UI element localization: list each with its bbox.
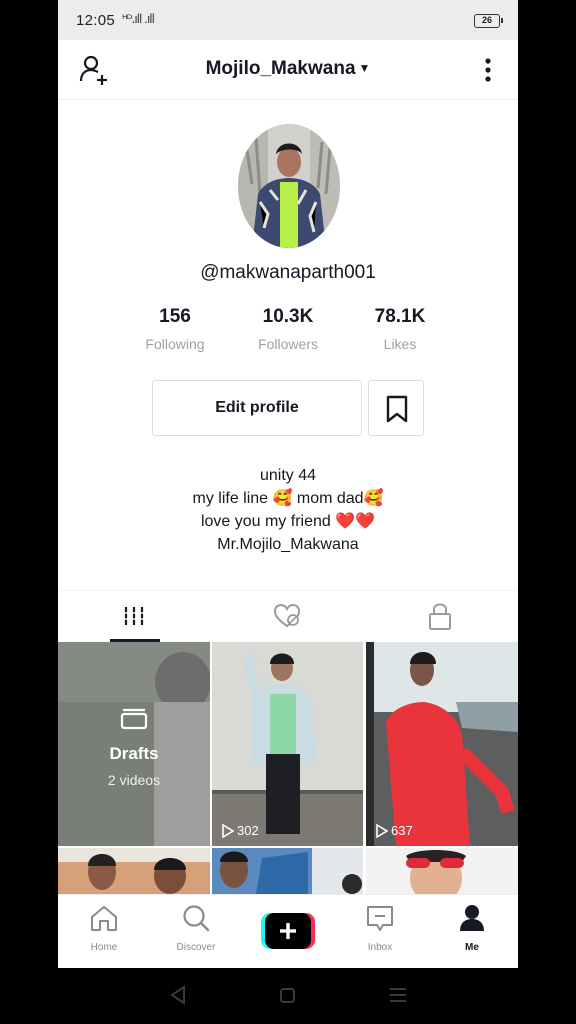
system-navigation-bar	[0, 968, 576, 1024]
play-icon	[222, 823, 235, 839]
person-icon	[460, 905, 484, 931]
nav-label: Inbox	[367, 942, 393, 953]
profile-header: Mojilo_Makwana ▼	[58, 40, 518, 100]
nav-label: Discover	[176, 942, 216, 953]
bookmark-icon	[386, 395, 408, 423]
bio-line: love you my friend ❤️❤️	[200, 513, 376, 530]
view-count-value: 302	[237, 823, 259, 838]
home-square-icon	[280, 988, 295, 1003]
plus-icon	[261, 913, 315, 949]
stat-following[interactable]: 156 Following	[125, 306, 225, 352]
stat-value: 10.3K	[262, 306, 314, 327]
tab-liked[interactable]	[211, 591, 364, 643]
stat-followers[interactable]: 10.3K Followers	[238, 306, 338, 352]
drafts-title: Drafts	[109, 744, 159, 763]
phone-screen: 12:05 ᴴᴰ.ıll .ıll 26 Mojilo_Makwana ▼ @m…	[58, 0, 518, 968]
avatar[interactable]	[238, 124, 340, 248]
nav-discover[interactable]: Discover	[150, 903, 242, 953]
stat-label: Likes	[383, 336, 417, 352]
more-vertical-icon[interactable]	[478, 54, 498, 86]
tab-videos[interactable]	[58, 591, 211, 643]
profile-bio: unity 44 my life line 🥰 mom dad🥰 love yo…	[58, 464, 518, 556]
battery-icon: 26	[474, 14, 503, 28]
nav-label: Home	[90, 942, 118, 953]
nav-inbox[interactable]: Inbox	[334, 903, 426, 953]
video-thumbnail[interactable]	[212, 848, 363, 894]
create-video-button[interactable]	[261, 913, 315, 949]
drafts-count: 2 videos	[107, 772, 161, 788]
username-switcher[interactable]: Mojilo_Makwana ▼	[58, 58, 518, 80]
video-thumbnail[interactable]	[58, 848, 210, 894]
bio-line: Mr.Mojilo_Makwana	[217, 536, 359, 553]
stat-label: Following	[145, 336, 205, 352]
bottom-navigation: Home Discover Inbox Me	[58, 894, 518, 968]
search-icon	[183, 905, 210, 932]
video-grid: Drafts 2 videos 302 637	[58, 642, 518, 894]
back-icon	[170, 985, 185, 1005]
stat-label: Followers	[258, 336, 318, 352]
stat-value: 78.1K	[374, 306, 426, 327]
view-count-value: 637	[391, 823, 413, 838]
view-count: 302	[222, 823, 259, 839]
nav-me[interactable]: Me	[426, 903, 518, 953]
view-count: 637	[376, 823, 413, 839]
drafts-tile[interactable]: Drafts 2 videos	[58, 642, 210, 846]
nav-label: Me	[465, 942, 479, 953]
stat-value: 156	[159, 306, 191, 327]
bookmark-button[interactable]	[368, 380, 424, 436]
status-time: 12:05	[76, 12, 116, 29]
video-thumbnail[interactable]	[366, 848, 518, 894]
caret-down-icon: ▼	[358, 61, 371, 75]
video-thumbnail[interactable]: 302	[212, 642, 363, 846]
bio-line: unity 44	[259, 467, 317, 484]
home-icon	[91, 906, 117, 931]
video-thumbnail[interactable]: 637	[366, 642, 518, 846]
bio-line: my life line 🥰 mom dad🥰	[192, 490, 384, 507]
nav-home[interactable]: Home	[58, 903, 150, 953]
tab-private[interactable]	[364, 591, 517, 643]
profile-handle: @makwanaparth001	[200, 262, 376, 283]
play-icon	[376, 823, 389, 839]
inbox-icon	[367, 906, 393, 931]
stat-likes[interactable]: 78.1K Likes	[350, 306, 450, 352]
heart-hidden-icon	[273, 603, 301, 628]
lock-icon	[429, 603, 451, 630]
profile-tabs	[58, 590, 518, 642]
username-label: Mojilo_Makwana	[205, 58, 356, 79]
edit-profile-button[interactable]: Edit profile	[152, 380, 362, 436]
status-bar: 12:05 ᴴᴰ.ıll .ıll 26	[58, 0, 518, 40]
grid-bars-icon	[122, 607, 146, 625]
signal-icon: ᴴᴰ.ıll .ıll	[122, 12, 155, 26]
profile-stats: 156 Following 10.3K Followers 78.1K Like…	[138, 306, 438, 356]
